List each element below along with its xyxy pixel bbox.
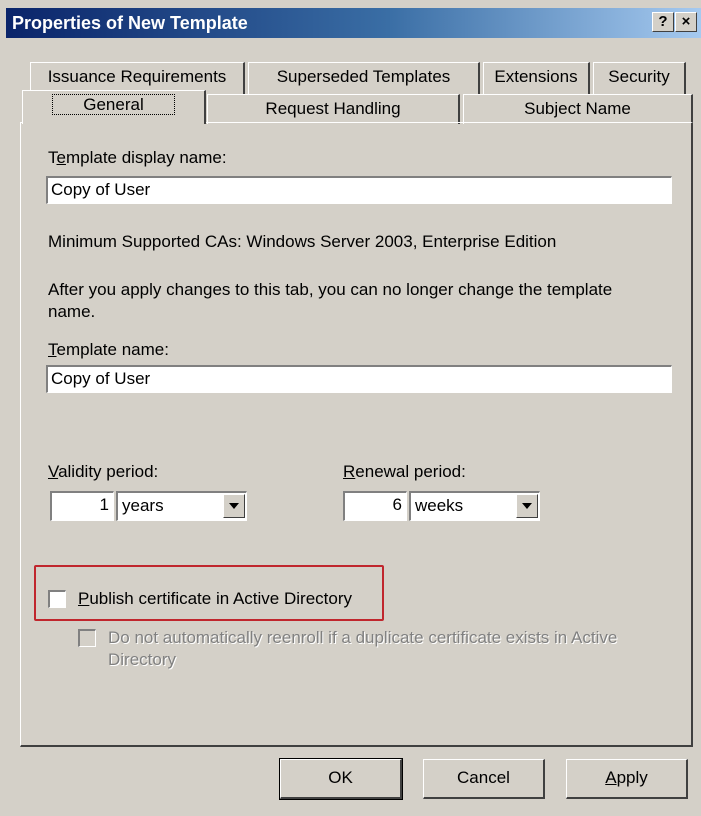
validity-unit-select[interactable]: years [116, 491, 247, 521]
reenroll-label-line2: Directory [108, 650, 177, 669]
warning-text-line1: After you apply changes to this tab, you… [48, 280, 613, 299]
renewal-number-input[interactable]: 6 [343, 491, 407, 521]
tab-superseded-templates[interactable]: Superseded Templates [248, 62, 480, 94]
renewal-period-label: Renewal period: [343, 462, 466, 481]
dialog-window: Properties of New Template ? × Issuance … [0, 0, 701, 816]
apply-button[interactable]: Apply [566, 759, 688, 799]
template-name-input[interactable]: Copy of User [46, 365, 672, 393]
validity-number-input[interactable]: 1 [50, 491, 114, 521]
display-name-label: Template display name: [48, 148, 227, 167]
tab-general[interactable]: General [22, 90, 206, 124]
tab-subject-name[interactable]: Subject Name [463, 94, 693, 124]
min-supported-cas-text: Minimum Supported CAs: Windows Server 20… [48, 232, 557, 251]
cancel-button[interactable]: Cancel [423, 759, 545, 799]
tab-request-handling[interactable]: Request Handling [207, 94, 460, 124]
publish-checkbox-label[interactable]: Publish certificate in Active Directory [78, 589, 352, 609]
warning-text-line2: name. [48, 302, 96, 321]
ok-button[interactable]: OK [279, 758, 403, 800]
reenroll-label-line1: Do not automatically reenroll if a dupli… [108, 628, 618, 647]
template-name-label: Template name: [48, 340, 169, 359]
close-button[interactable]: × [675, 12, 697, 32]
renewal-unit-value: weeks [415, 496, 464, 515]
title-bar[interactable]: Properties of New Template ? × [6, 8, 701, 38]
chevron-down-icon[interactable] [223, 494, 245, 518]
tab-general-label: General [52, 94, 175, 115]
tab-extensions[interactable]: Extensions [483, 62, 590, 94]
validity-period-label: Validity period: [48, 462, 159, 481]
reenroll-checkbox[interactable] [78, 629, 96, 647]
chevron-down-icon[interactable] [516, 494, 538, 518]
tab-security[interactable]: Security [593, 62, 686, 94]
validity-unit-value: years [122, 496, 164, 515]
help-button[interactable]: ? [652, 12, 674, 32]
publish-checkbox[interactable] [48, 590, 66, 608]
display-name-input[interactable]: Copy of User [46, 176, 672, 204]
renewal-unit-select[interactable]: weeks [409, 491, 540, 521]
window-title: Properties of New Template [12, 13, 248, 33]
